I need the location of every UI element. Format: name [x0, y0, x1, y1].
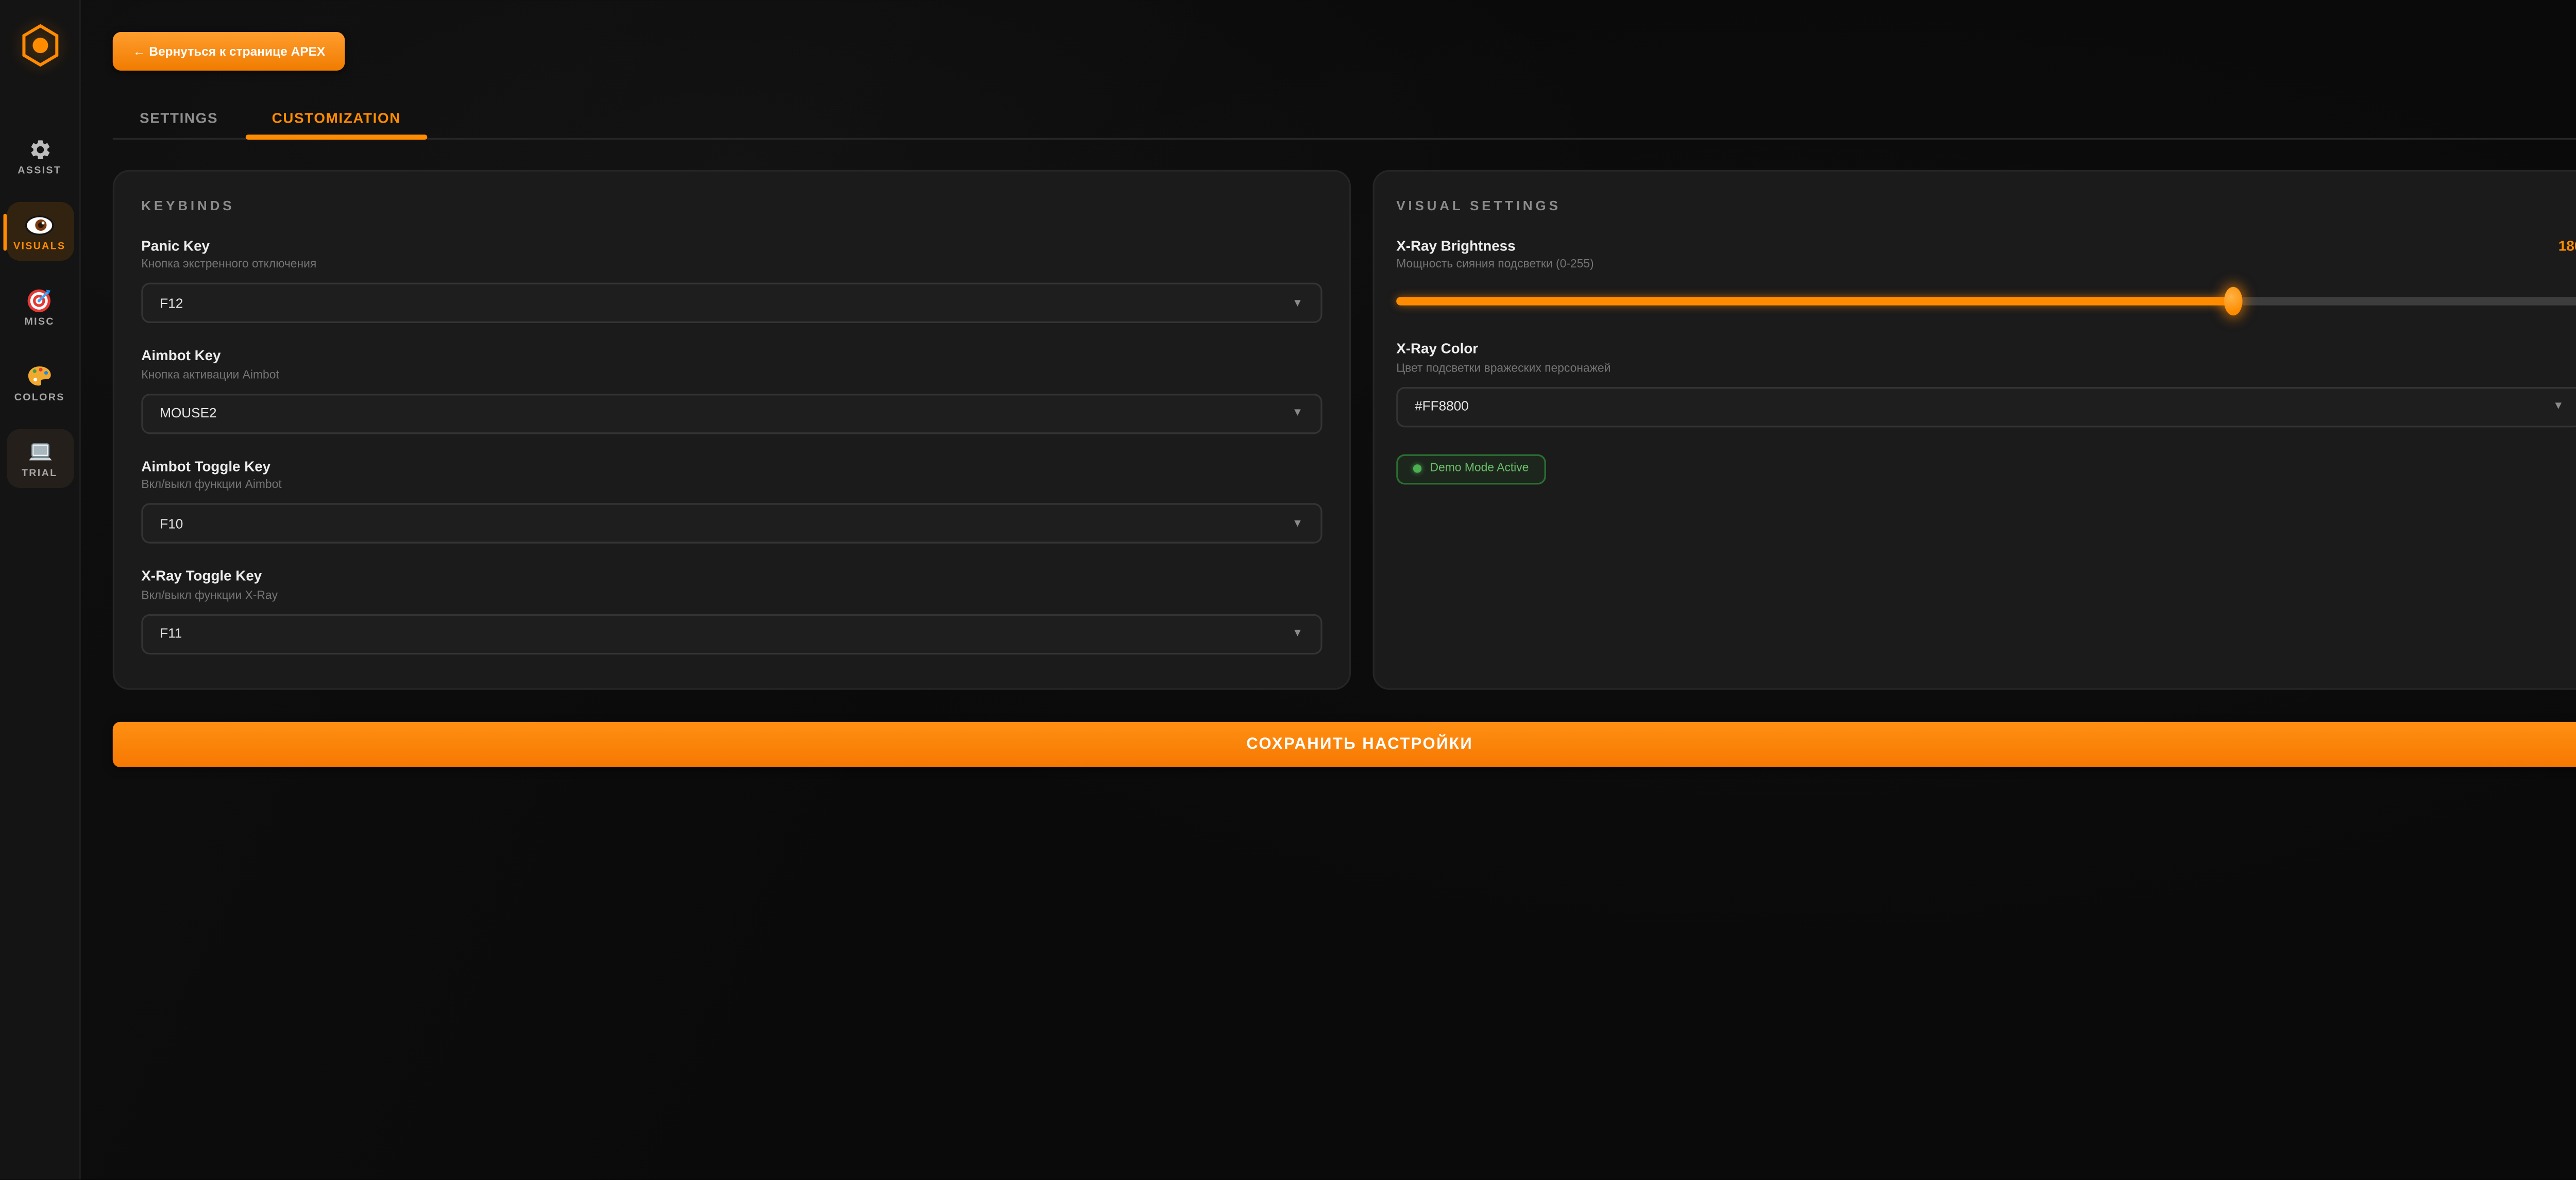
xray-brightness-description: Мощность сияния подсветки (0-255)	[1396, 259, 2576, 271]
sidebar-item-label: ASSIST	[18, 166, 61, 177]
panels-row: KEYBINDS Panic Key Кнопка экстренного от…	[113, 169, 2576, 689]
xray-brightness-group: X-Ray Brightness 180 Мощность сияния под…	[1396, 237, 2576, 316]
xray-brightness-slider-fill	[1396, 297, 2233, 305]
sidebar-item-label: MISC	[25, 318, 55, 328]
aimbot-toggle-key-description: Вкл/выкл функции Aimbot	[141, 480, 1321, 492]
active-indicator-bar	[3, 213, 7, 250]
sidebar-item-label: VISUALS	[13, 242, 65, 252]
sidebar-item-label: COLORS	[14, 394, 65, 404]
aimbot-toggle-key-group: Aimbot Toggle Key Вкл/выкл функции Aimbo…	[141, 457, 1321, 544]
xray-brightness-slider[interactable]	[1396, 286, 2576, 316]
aimbot-toggle-key-label: Aimbot Toggle Key	[141, 457, 1321, 474]
aimbot-key-value: MOUSE2	[160, 406, 216, 420]
panic-key-value: F12	[160, 295, 183, 310]
xray-brightness-slider-thumb[interactable]	[2224, 287, 2243, 316]
tab-customization[interactable]: CUSTOMIZATION	[245, 95, 428, 137]
xray-brightness-value: 180	[2558, 237, 2576, 254]
aimbot-key-select[interactable]: MOUSE2 ▼	[141, 393, 1321, 433]
chevron-down-icon: ▼	[1292, 628, 1303, 639]
demo-mode-badge: Demo Mode Active	[1396, 453, 1546, 484]
xray-toggle-key-value: F11	[160, 626, 182, 641]
sidebar-item-trial[interactable]: TRIAL	[6, 429, 73, 488]
chevron-down-icon: ▼	[1292, 517, 1303, 529]
app-logo	[21, 24, 58, 76]
panic-key-select[interactable]: F12 ▼	[141, 283, 1321, 323]
tab-bar: SETTINGS CUSTOMIZATION	[113, 95, 2576, 139]
aimbot-key-description: Кнопка активации Aimbot	[141, 369, 1321, 381]
panic-key-description: Кнопка экстренного отключения	[141, 259, 1321, 271]
visual-settings-panel: VISUAL SETTINGS X-Ray Brightness 180 Мощ…	[1372, 169, 2576, 689]
xray-toggle-key-description: Вкл/выкл функции X-Ray	[141, 589, 1321, 601]
xray-color-group: X-Ray Color Цвет подсветки вражеских пер…	[1396, 340, 2576, 427]
app-root: ASSIST VISUALS	[0, 0, 2576, 1180]
main-content: ← Вернуться к странице APEX SETTINGS CUS…	[81, 0, 2576, 1180]
tab-settings[interactable]: SETTINGS	[113, 95, 245, 137]
laptop-icon	[26, 439, 53, 464]
sidebar: ASSIST VISUALS	[0, 0, 81, 1180]
chevron-down-icon: ▼	[1292, 297, 1303, 309]
aimbot-toggle-key-value: F10	[160, 516, 183, 531]
aimbot-key-group: Aimbot Key Кнопка активации Aimbot MOUSE…	[141, 347, 1321, 433]
target-icon	[27, 288, 52, 313]
xray-color-label: X-Ray Color	[1396, 340, 2576, 357]
xray-toggle-key-group: X-Ray Toggle Key Вкл/выкл функции X-Ray …	[141, 567, 1321, 653]
sidebar-item-assist[interactable]: ASSIST	[6, 126, 73, 185]
xray-color-description: Цвет подсветки вражеских персонажей	[1396, 363, 2576, 375]
eye-icon	[25, 212, 54, 237]
xray-toggle-key-select[interactable]: F11 ▼	[141, 613, 1321, 653]
back-to-apex-button[interactable]: ← Вернуться к странице APEX	[113, 32, 346, 70]
chevron-down-icon: ▼	[1292, 407, 1303, 419]
keybinds-section-title: KEYBINDS	[141, 198, 1321, 213]
hexagon-logo-icon	[21, 24, 58, 68]
xray-brightness-label: X-Ray Brightness	[1396, 237, 1515, 254]
xray-color-select[interactable]: #FF8800 ▼	[1396, 386, 2576, 426]
sidebar-nav: ASSIST VISUALS	[0, 126, 79, 505]
sidebar-item-label: TRIAL	[22, 469, 57, 480]
xray-toggle-key-label: X-Ray Toggle Key	[141, 567, 1321, 584]
demo-mode-badge-label: Demo Mode Active	[1430, 463, 1529, 475]
xray-color-value: #FF8800	[1415, 399, 1469, 414]
aimbot-key-label: Aimbot Key	[141, 347, 1321, 364]
keybinds-panel: KEYBINDS Panic Key Кнопка экстренного от…	[113, 169, 1350, 689]
sidebar-item-misc[interactable]: MISC	[6, 278, 73, 336]
save-settings-button[interactable]: СОХРАНИТЬ НАСТРОЙКИ	[113, 721, 2576, 766]
panic-key-group: Panic Key Кнопка экстренного отключения …	[141, 237, 1321, 323]
sidebar-item-visuals[interactable]: VISUALS	[6, 202, 73, 261]
chevron-down-icon: ▼	[2553, 400, 2564, 412]
sidebar-item-colors[interactable]: COLORS	[6, 353, 73, 412]
status-dot-icon	[1413, 464, 1421, 473]
palette-icon	[27, 363, 52, 389]
gear-icon	[28, 136, 52, 161]
visual-settings-section-title: VISUAL SETTINGS	[1396, 198, 2576, 213]
aimbot-toggle-key-select[interactable]: F10 ▼	[141, 503, 1321, 543]
panic-key-label: Panic Key	[141, 237, 1321, 254]
